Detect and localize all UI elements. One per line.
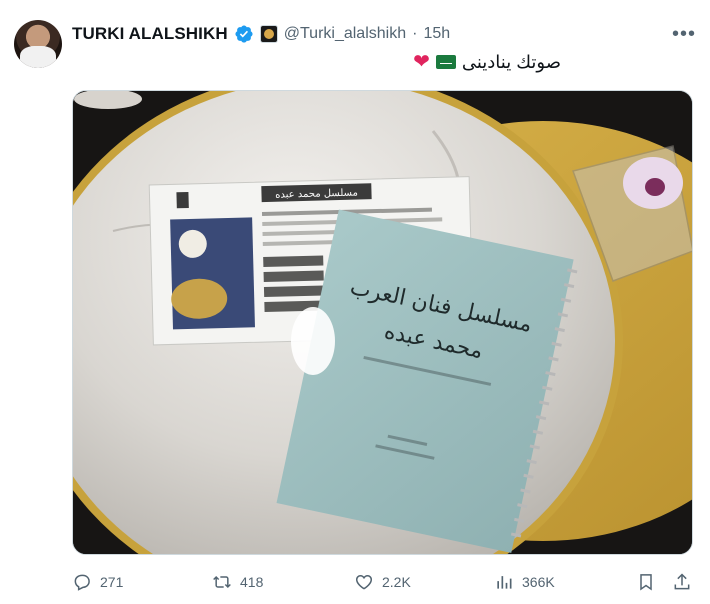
- tweet-header: TURKI ALALSHIKH @Turki_alalshikh · 15h: [72, 22, 450, 46]
- affiliate-badge-icon[interactable]: [259, 25, 278, 43]
- action-bar: 271 418 2.2K 366K: [72, 568, 696, 596]
- views-button[interactable]: 366K: [494, 568, 555, 596]
- photo-scene: مسلسل محمد عبده مسلسل فنان العرب محمد عب…: [73, 91, 692, 554]
- bookmark-icon: [640, 574, 652, 591]
- author-handle[interactable]: @Turki_alalshikh: [284, 25, 406, 43]
- like-icon: [355, 574, 373, 590]
- repost-button[interactable]: 418: [212, 568, 263, 596]
- share-button[interactable]: [672, 568, 692, 596]
- avatar[interactable]: [14, 20, 62, 68]
- reply-button[interactable]: 271: [72, 568, 123, 596]
- separator-dot: ·: [412, 25, 418, 42]
- like-button[interactable]: 2.2K: [354, 568, 411, 596]
- tweet-photo[interactable]: مسلسل محمد عبده مسلسل فنان العرب محمد عب…: [72, 90, 693, 555]
- like-count: 2.2K: [382, 574, 411, 590]
- reply-count: 271: [100, 574, 124, 590]
- views-count: 366K: [522, 574, 555, 590]
- tweet: TURKI ALALSHIKH @Turki_alalshikh · 15h •…: [0, 0, 710, 604]
- author-name[interactable]: TURKI ALALSHIKH: [72, 24, 228, 44]
- heart-emoji-icon: ❤: [413, 51, 430, 73]
- bookmark-button[interactable]: [636, 568, 656, 596]
- repost-count: 418: [240, 574, 264, 590]
- reply-icon: [74, 574, 90, 591]
- share-icon: [674, 573, 690, 590]
- tweet-text-content: صوتك ينادينى: [461, 51, 561, 72]
- timestamp[interactable]: 15h: [423, 25, 450, 43]
- saudi-flag-icon: [435, 55, 456, 69]
- card-title: مسلسل محمد عبده: [275, 188, 358, 201]
- verified-icon: [235, 25, 253, 43]
- views-icon: [497, 576, 512, 589]
- repost-icon: [213, 575, 231, 589]
- tweet-text: ❤ صوتك ينادينى: [413, 50, 561, 74]
- more-icon[interactable]: •••: [672, 22, 696, 46]
